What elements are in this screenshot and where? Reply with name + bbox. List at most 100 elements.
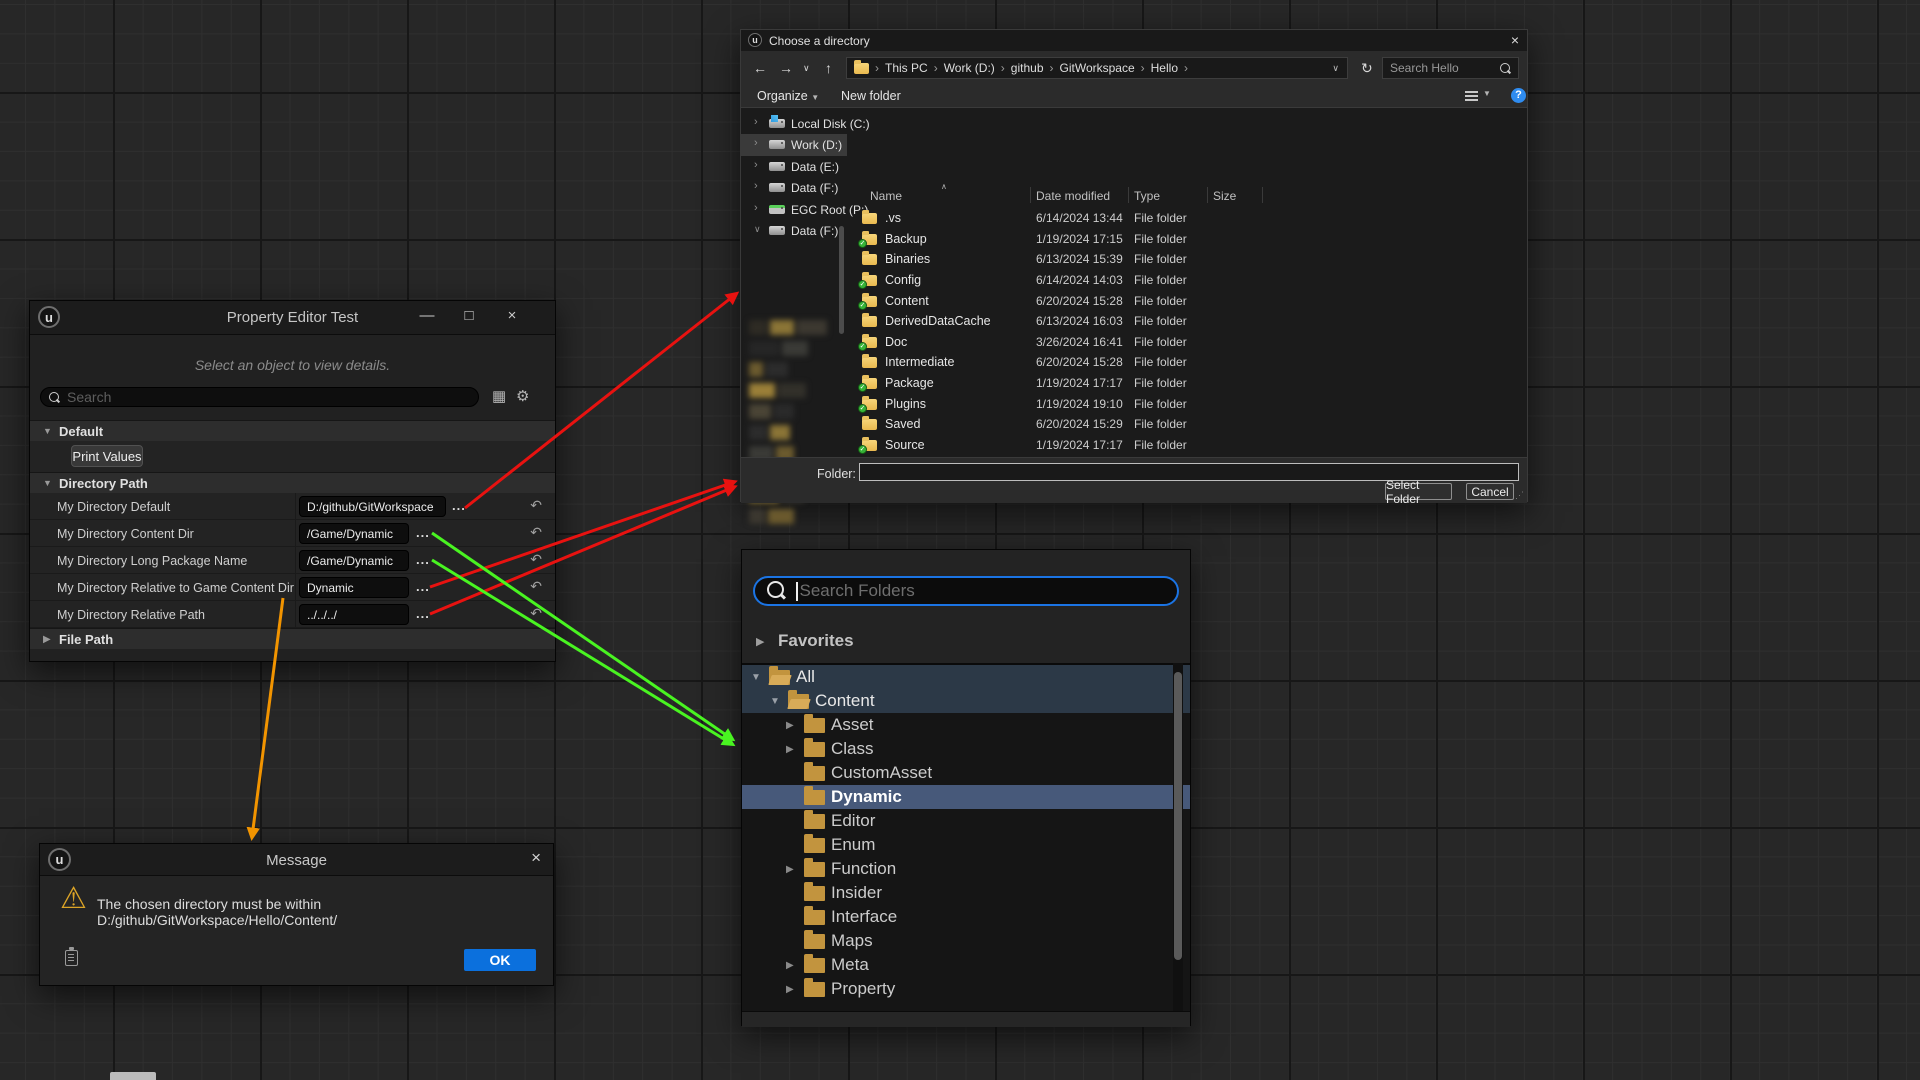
- folder-tree-item[interactable]: Editor: [742, 809, 1190, 833]
- file-row[interactable]: ✓Source1/19/2024 17:17File folder: [741, 435, 1527, 456]
- view-dropdown-icon[interactable]: ▼: [1483, 89, 1491, 98]
- drive-tree-item[interactable]: Data (E:): [741, 156, 847, 177]
- column-header-date[interactable]: Date modified: [1036, 189, 1110, 203]
- maximize-icon[interactable]: □: [458, 307, 480, 324]
- expander-icon[interactable]: ▶: [756, 635, 778, 648]
- property-row[interactable]: My Directory Long Package Name/Game/Dyna…: [30, 547, 555, 574]
- search-input[interactable]: Search: [40, 387, 479, 407]
- window-titlebar[interactable]: u Property Editor Test — □ ×: [30, 301, 555, 335]
- browse-ellipsis-button[interactable]: ...: [452, 498, 466, 513]
- print-values-button[interactable]: Print Values: [71, 445, 143, 467]
- property-row[interactable]: My Directory Relative Path../../../...↶: [30, 601, 555, 628]
- browse-ellipsis-button[interactable]: ...: [416, 579, 430, 594]
- folder-tree-item[interactable]: All: [742, 665, 1190, 689]
- drive-tree-item[interactable]: Data (F:): [741, 177, 847, 198]
- column-divider[interactable]: [295, 574, 296, 600]
- column-divider[interactable]: [295, 493, 296, 519]
- close-icon[interactable]: ×: [531, 848, 541, 868]
- column-header-type[interactable]: Type: [1134, 189, 1160, 203]
- chevron-icon[interactable]: [754, 116, 758, 128]
- reset-to-default-icon[interactable]: ↶: [530, 578, 542, 595]
- reset-to-default-icon[interactable]: ↶: [530, 551, 542, 568]
- dialog-titlebar[interactable]: u Choose a directory ×: [741, 30, 1527, 51]
- expander-icon[interactable]: [751, 672, 769, 683]
- category-default[interactable]: ▼ Default: [30, 420, 555, 441]
- folder-tree-item[interactable]: Meta: [742, 953, 1190, 977]
- breadcrumb-item[interactable]: ›Hello: [1135, 61, 1178, 75]
- value-field[interactable]: /Game/Dynamic: [299, 523, 409, 544]
- file-row[interactable]: ✓Plugins1/19/2024 19:10File folder: [741, 394, 1527, 415]
- organize-button[interactable]: Organize ▼: [757, 89, 819, 103]
- column-divider[interactable]: [1128, 187, 1129, 203]
- file-row[interactable]: ✓Backup1/19/2024 17:15File folder: [741, 229, 1527, 250]
- view-selector-icon[interactable]: [1465, 91, 1478, 102]
- resize-grip[interactable]: ⋰: [1515, 490, 1524, 501]
- category-file-path[interactable]: ▶ File Path: [30, 628, 555, 649]
- folder-tree-item[interactable]: Insider: [742, 881, 1190, 905]
- scrollbar-thumb[interactable]: [1174, 672, 1182, 960]
- file-row[interactable]: ✓DerivedDataCache6/13/2024 16:03File fol…: [741, 311, 1527, 332]
- expander-icon[interactable]: ▼: [43, 478, 59, 488]
- breadcrumb-item[interactable]: ›GitWorkspace: [1044, 61, 1135, 75]
- folder-tree-item[interactable]: Maps: [742, 929, 1190, 953]
- drive-tree-item[interactable]: Local Disk (C:): [741, 113, 847, 134]
- folder-tree-item[interactable]: Enum: [742, 833, 1190, 857]
- help-icon[interactable]: ?: [1511, 88, 1526, 103]
- folder-tree-item[interactable]: CustomAsset: [742, 761, 1190, 785]
- expander-icon[interactable]: [786, 960, 804, 971]
- category-directory-path[interactable]: ▼ Directory Path: [30, 472, 555, 493]
- folder-tree-item[interactable]: Property: [742, 977, 1190, 1001]
- display-options-icon[interactable]: ▦: [492, 387, 506, 405]
- expander-icon[interactable]: [786, 984, 804, 995]
- file-row[interactable]: ✓Config6/14/2024 14:03File folder: [741, 270, 1527, 291]
- browse-ellipsis-button[interactable]: ...: [416, 606, 430, 621]
- expander-icon[interactable]: [786, 720, 804, 731]
- close-icon[interactable]: ×: [501, 307, 523, 324]
- settings-gear-icon[interactable]: ⚙: [516, 387, 529, 405]
- minimize-icon[interactable]: —: [416, 307, 438, 324]
- address-bar[interactable]: ›This PC›Work (D:)›github›GitWorkspace›H…: [846, 57, 1348, 79]
- cancel-button[interactable]: Cancel: [1466, 483, 1514, 500]
- column-divider[interactable]: [295, 601, 296, 627]
- favorites-section[interactable]: ▶ Favorites: [742, 620, 1190, 662]
- column-divider[interactable]: [295, 520, 296, 546]
- folder-tree-item[interactable]: Class: [742, 737, 1190, 761]
- value-field[interactable]: Dynamic: [299, 577, 409, 598]
- expander-icon[interactable]: [786, 744, 804, 755]
- file-row[interactable]: ✓Saved6/20/2024 15:29File folder: [741, 414, 1527, 435]
- refresh-icon[interactable]: ↻: [1361, 60, 1373, 77]
- file-row[interactable]: ✓Content6/20/2024 15:28File folder: [741, 291, 1527, 312]
- file-row[interactable]: ✓Doc3/26/2024 16:41File folder: [741, 332, 1527, 353]
- address-dropdown-icon[interactable]: ∨: [1332, 63, 1339, 74]
- select-folder-button[interactable]: Select Folder: [1385, 483, 1452, 500]
- dialog-titlebar[interactable]: u Message ×: [40, 844, 553, 876]
- value-field[interactable]: /Game/Dynamic: [299, 550, 409, 571]
- drive-tree-item[interactable]: Work (D:): [741, 134, 847, 155]
- reset-to-default-icon[interactable]: ↶: [530, 605, 542, 622]
- folder-tree-item[interactable]: Content: [742, 689, 1190, 713]
- column-divider[interactable]: [1207, 187, 1208, 203]
- folder-tree-item[interactable]: Interface: [742, 905, 1190, 929]
- file-row[interactable]: ✓Binaries6/13/2024 15:39File folder: [741, 249, 1527, 270]
- browse-ellipsis-button[interactable]: ...: [416, 552, 430, 567]
- column-header-size[interactable]: Size: [1213, 189, 1236, 203]
- file-row[interactable]: ✓Package1/19/2024 17:17File folder: [741, 373, 1527, 394]
- file-row[interactable]: ✓.vs6/14/2024 13:44File folder: [741, 208, 1527, 229]
- chevron-icon[interactable]: [754, 137, 758, 149]
- back-icon[interactable]: ←: [753, 60, 767, 76]
- folder-tree-item[interactable]: Function: [742, 857, 1190, 881]
- property-row[interactable]: My Directory Content Dir/Game/Dynamic...…: [30, 520, 555, 547]
- expander-icon[interactable]: ▼: [43, 426, 59, 436]
- copy-to-clipboard-icon[interactable]: [65, 950, 78, 966]
- ok-button[interactable]: OK: [464, 949, 536, 971]
- forward-icon[interactable]: →: [779, 60, 793, 76]
- chevron-icon[interactable]: [754, 159, 758, 171]
- folder-search-input[interactable]: Search Folders: [753, 576, 1179, 606]
- breadcrumb-item[interactable]: ›github: [995, 61, 1044, 75]
- value-field[interactable]: D:/github/GitWorkspace: [299, 496, 446, 517]
- up-icon[interactable]: ↑: [825, 60, 832, 76]
- reset-to-default-icon[interactable]: ↶: [530, 497, 542, 514]
- breadcrumb-item[interactable]: ›Work (D:): [928, 61, 995, 75]
- reset-to-default-icon[interactable]: ↶: [530, 524, 542, 541]
- folder-tree-item[interactable]: Asset: [742, 713, 1190, 737]
